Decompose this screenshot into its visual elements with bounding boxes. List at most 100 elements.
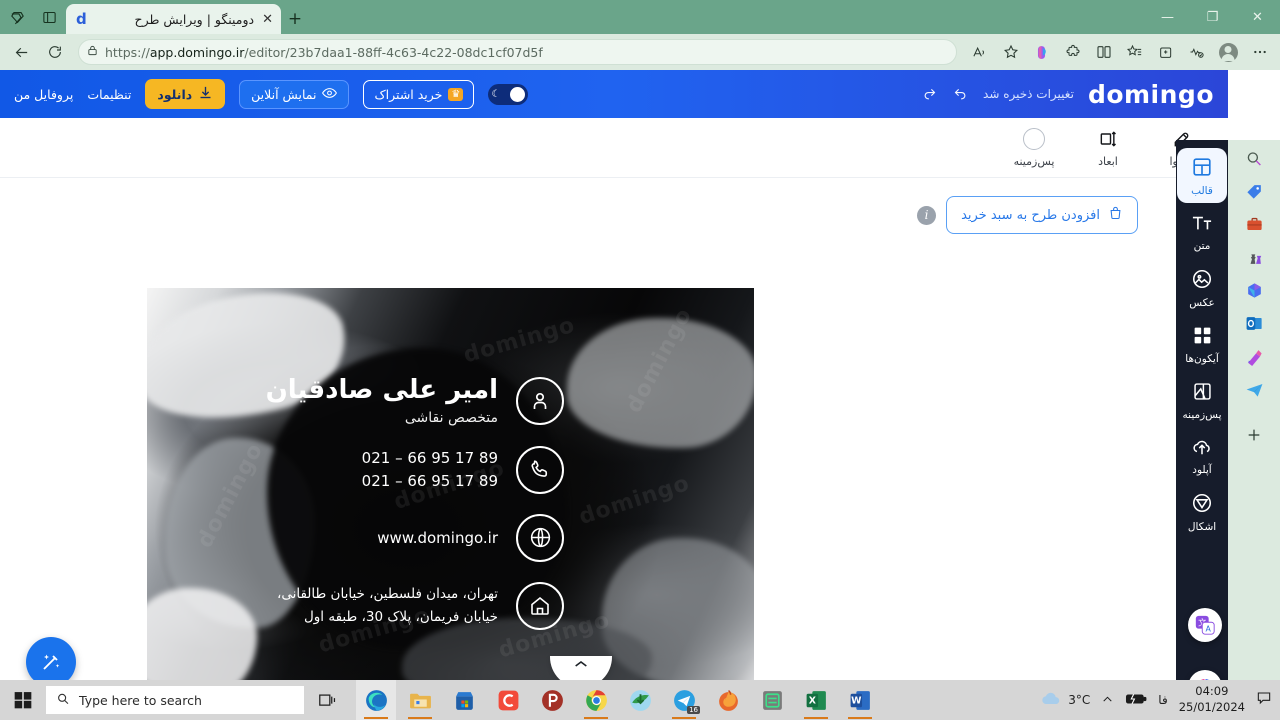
download-icon: [198, 85, 213, 103]
translate-float-button[interactable]: 文 A: [1188, 608, 1222, 642]
read-aloud-icon[interactable]: [965, 38, 994, 66]
settings-link[interactable]: تنظیمات: [87, 87, 131, 102]
new-tab-button[interactable]: +: [281, 4, 309, 34]
icons-grid-icon: [1192, 325, 1213, 350]
buy-subscription-button[interactable]: ♛ خرید اشتراک: [363, 79, 475, 109]
browser-tab[interactable]: d دومینگو | ویرایش طرح ✕: [66, 4, 281, 34]
redo-icon[interactable]: [921, 85, 938, 104]
sidebar-item-text[interactable]: متن: [1177, 205, 1227, 258]
taskbar-app-google-chrome[interactable]: [576, 680, 616, 720]
sidebar-item-text-label: متن: [1193, 240, 1211, 252]
show-hidden-icons-chevron[interactable]: [1101, 691, 1114, 710]
window-close-button[interactable]: ✕: [1235, 0, 1280, 34]
window-minimize-button[interactable]: —: [1145, 0, 1190, 34]
address-bar[interactable]: https://app.domingo.ir/editor/23b7daa1-8…: [78, 39, 957, 65]
extensions-icon[interactable]: [1058, 38, 1087, 66]
taskbar-app-internet-download-manager[interactable]: [620, 680, 660, 720]
tab-actions-icon[interactable]: [38, 6, 60, 28]
taskbar-app-calculator[interactable]: [752, 680, 792, 720]
task-view-button[interactable]: [304, 680, 350, 720]
svg-text:W: W: [851, 695, 862, 706]
svg-text:A: A: [1206, 624, 1212, 633]
favorite-star-icon[interactable]: [996, 38, 1025, 66]
sidebar-item-icons-label: آیکون‌ها: [1185, 353, 1219, 365]
split-screen-icon[interactable]: [1089, 38, 1118, 66]
tools-briefcase-icon[interactable]: [1241, 215, 1267, 234]
taskbar-app-proxy[interactable]: [532, 680, 572, 720]
taskbar-app-telegram[interactable]: 16: [664, 680, 704, 720]
browser-essentials-icon[interactable]: [1182, 38, 1211, 66]
dark-mode-toggle[interactable]: ☾: [488, 83, 529, 105]
card-row-name: امیر علی صادقیان متخصص نقاشی: [177, 375, 564, 426]
add-to-cart-button[interactable]: افزودن طرح به سبد خرید: [946, 196, 1138, 234]
sidebar-item-icons[interactable]: آیکون‌ها: [1177, 317, 1227, 371]
copilot-icon[interactable]: [1027, 38, 1056, 66]
back-icon[interactable]: [6, 38, 36, 66]
favorites-list-icon[interactable]: [1120, 38, 1149, 66]
clock-date: 25/01/2024: [1178, 700, 1245, 714]
sidebar-item-shapes[interactable]: اشکال: [1177, 484, 1227, 539]
taskbar-app-file-explorer[interactable]: [400, 680, 440, 720]
image-creator-icon[interactable]: [1241, 347, 1267, 366]
taskbar-app-microsoft-store[interactable]: [444, 680, 484, 720]
online-preview-button[interactable]: نمایش آنلاین: [239, 79, 350, 109]
template-icon: [1191, 156, 1213, 182]
cart-row: افزودن طرح به سبد خرید i: [917, 196, 1138, 234]
eye-icon: [322, 87, 338, 102]
reload-icon[interactable]: [40, 38, 70, 66]
add-sidebar-icon[interactable]: [1241, 427, 1267, 443]
start-button[interactable]: [0, 680, 46, 720]
tool-background[interactable]: پس‌زمینه: [1010, 127, 1058, 168]
sidebar-item-upload-label: آپلود: [1192, 464, 1212, 476]
info-icon[interactable]: i: [917, 205, 937, 225]
dimensions-icon: [1098, 127, 1118, 151]
browser-settings-menu-icon[interactable]: [1245, 38, 1274, 66]
window-maximize-button[interactable]: ❐: [1190, 0, 1235, 34]
profile-avatar[interactable]: [1213, 37, 1243, 67]
weather-widget[interactable]: 3°C: [1040, 691, 1090, 710]
tool-dimensions[interactable]: ابعاد: [1084, 127, 1132, 168]
business-card[interactable]: domingo domingo domingo domingo domingo …: [147, 288, 754, 685]
domingo-logo[interactable]: domingo: [1088, 80, 1214, 109]
magic-wand-fab[interactable]: [26, 637, 76, 685]
download-button[interactable]: دانلود: [145, 79, 226, 109]
tab-title: دومینگو | ویرایش طرح: [134, 11, 255, 27]
sidebar-item-template[interactable]: قالب: [1177, 148, 1227, 203]
telegram-web-icon[interactable]: [1241, 380, 1267, 399]
buy-subscription-label: خرید اشتراک: [374, 86, 443, 102]
battery-charging-icon[interactable]: [1125, 691, 1147, 710]
tab-close-icon[interactable]: ✕: [262, 12, 273, 27]
games-icon[interactable]: [1241, 248, 1267, 267]
taskbar-clock[interactable]: 04:09 25/01/2024: [1179, 684, 1245, 715]
design-card-wrapper[interactable]: domingo domingo domingo domingo domingo …: [147, 288, 754, 685]
taskbar-app-microsoft-excel[interactable]: X: [796, 680, 836, 720]
taskbar-app-camtasia[interactable]: [488, 680, 528, 720]
taskbar-search-box[interactable]: Type here to search: [46, 686, 304, 714]
sidebar-item-background[interactable]: پس‌زمینه: [1177, 373, 1227, 427]
phone-icon: [516, 445, 564, 494]
telegram-unread-badge: 16: [687, 706, 700, 714]
taskbar-app-firefox[interactable]: [708, 680, 748, 720]
search-icon[interactable]: [1241, 150, 1267, 168]
card-address: تهران، میدان فلسطین، خیابان طالقانی، خیا…: [277, 583, 498, 629]
sidebar-item-upload[interactable]: آپلود: [1177, 429, 1227, 482]
language-indicator[interactable]: فا: [1158, 693, 1167, 707]
profile-link[interactable]: پروفایل من: [14, 87, 73, 102]
microsoft-365-icon[interactable]: [1241, 281, 1267, 300]
taskbar-app-microsoft-word[interactable]: W: [840, 680, 880, 720]
workspaces-icon[interactable]: [6, 6, 28, 28]
undo-icon[interactable]: [952, 85, 969, 104]
taskbar-app-microsoft-edge[interactable]: [356, 680, 396, 720]
notification-center-icon[interactable]: [1256, 690, 1272, 710]
sidebar-item-template-label: قالب: [1191, 185, 1213, 197]
collections-icon[interactable]: [1151, 38, 1180, 66]
search-icon: [56, 692, 70, 709]
card-name: امیر علی صادقیان: [265, 375, 498, 405]
shopping-tag-icon[interactable]: [1241, 182, 1267, 201]
outlook-icon[interactable]: [1241, 314, 1267, 333]
card-row-phone: 021 – 66 95 17 89 021 – 66 95 17 89: [177, 445, 564, 494]
sidebar-item-image[interactable]: عکس: [1177, 260, 1227, 315]
upload-cloud-icon: [1191, 437, 1213, 461]
card-row-address: تهران، میدان فلسطین، خیابان طالقانی، خیا…: [177, 581, 564, 630]
system-tray: 3°C فا 04:09 25/01/2024: [1040, 680, 1280, 720]
